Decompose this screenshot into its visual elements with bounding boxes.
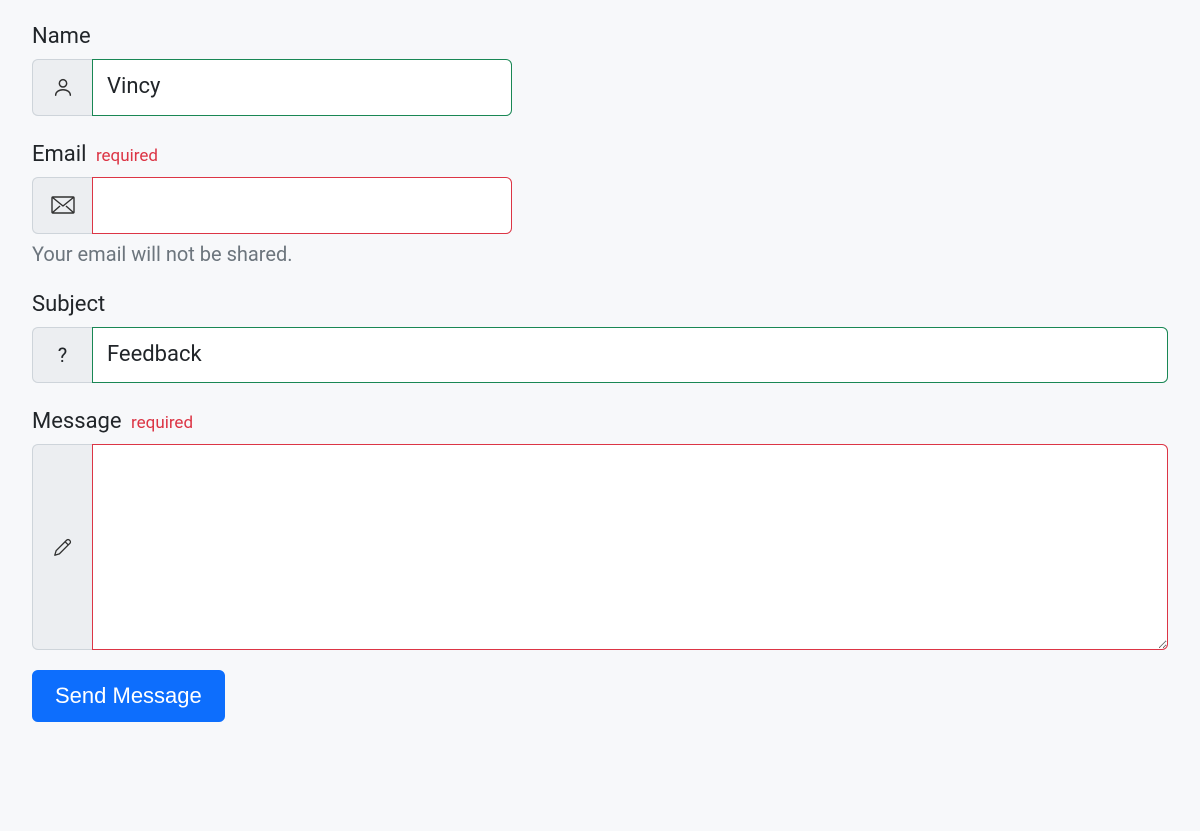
envelope-icon	[32, 177, 92, 234]
email-label: Email required	[32, 142, 512, 167]
name-group: Name	[32, 24, 512, 116]
message-label-text: Message	[32, 409, 122, 434]
message-required-tag: required	[131, 413, 193, 433]
question-icon: ?	[32, 327, 92, 384]
email-input[interactable]	[92, 177, 512, 234]
user-icon	[32, 59, 92, 116]
name-input-group	[32, 59, 512, 116]
subject-label: Subject	[32, 292, 1168, 317]
message-input-group	[32, 444, 1168, 650]
message-label: Message required	[32, 409, 1168, 434]
message-textarea[interactable]	[92, 444, 1168, 650]
email-label-text: Email	[32, 142, 86, 167]
email-help-text: Your email will not be shared.	[32, 242, 512, 266]
email-input-group	[32, 177, 512, 234]
message-group: Message required	[32, 409, 1168, 650]
name-label: Name	[32, 24, 512, 49]
subject-group: Subject ?	[32, 292, 1168, 384]
contact-form: Name Email required	[0, 0, 1200, 746]
subject-input-group: ?	[32, 327, 1168, 384]
name-input[interactable]	[92, 59, 512, 116]
send-message-button[interactable]: Send Message	[32, 670, 225, 722]
pencil-icon	[32, 444, 92, 650]
email-group: Email required Your email will not be sh…	[32, 142, 512, 266]
subject-input[interactable]	[92, 327, 1168, 384]
email-required-tag: required	[96, 146, 158, 166]
